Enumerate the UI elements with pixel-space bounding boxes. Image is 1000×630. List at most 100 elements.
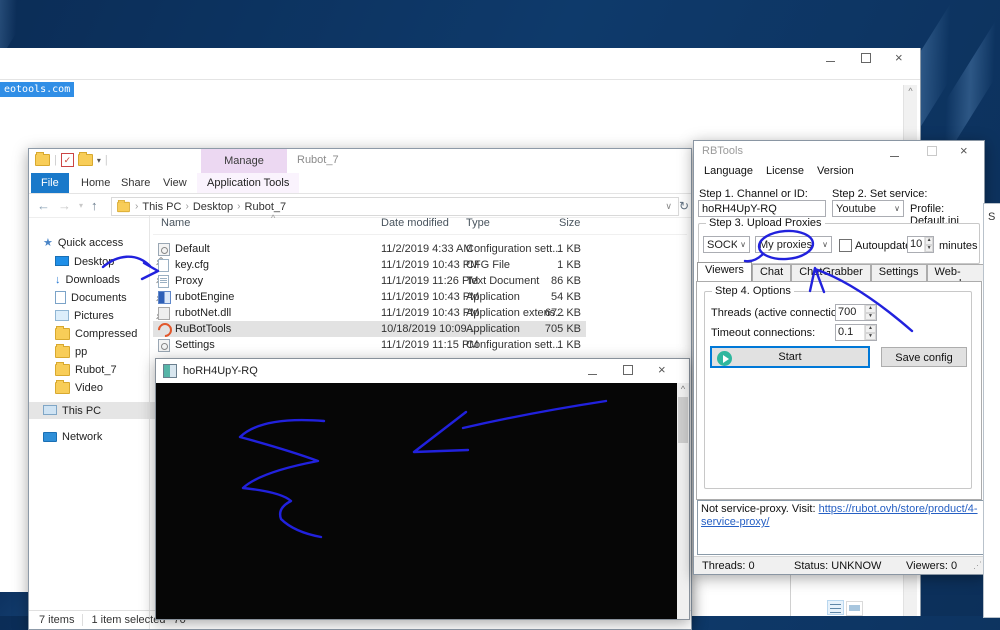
file-size: 705 KB xyxy=(523,321,581,337)
save-config-button[interactable]: Save config xyxy=(881,347,967,367)
rbtools-statusbar: Threads: 0 Status: UNKNOW Viewers: 0 ⋰ xyxy=(694,556,984,574)
file-row[interactable]: Settings 11/1/2019 11:15 PM Configuratio… xyxy=(153,337,586,353)
forward-icon[interactable]: → xyxy=(58,198,71,213)
quick-access-star-icon: ★ xyxy=(43,236,53,249)
resize-grip[interactable]: ⋰ xyxy=(973,560,982,572)
threads-stepper[interactable]: 700 ▲▼ xyxy=(835,304,877,321)
file-name: Default xyxy=(175,241,210,257)
maximize-icon[interactable] xyxy=(623,365,633,378)
console-output[interactable] xyxy=(156,383,677,619)
file-date: 11/1/2019 10:43 PM xyxy=(381,289,479,305)
log-text: Not service-proxy. Visit: xyxy=(701,503,819,515)
column-header-date[interactable]: Date modified xyxy=(381,217,449,229)
minutes-label: minutes xyxy=(939,240,978,252)
sidebar-item-this-pc[interactable]: This PC xyxy=(29,402,161,419)
history-dropdown-icon[interactable]: ▾ xyxy=(79,201,83,210)
chevron-icon: › xyxy=(237,201,240,212)
spin-down-icon[interactable]: ▼ xyxy=(925,245,933,253)
file-row-selected[interactable]: RuBotTools 10/18/2019 10:09 ... Applicat… xyxy=(153,321,586,337)
tab-viewers[interactable]: Viewers xyxy=(697,262,752,282)
column-header-size[interactable]: Size xyxy=(559,217,580,229)
status-threads: Threads: 0 xyxy=(702,560,755,572)
breadcrumb-rubot7[interactable]: Rubot_7 xyxy=(245,201,287,213)
autoupdate-checkbox[interactable] xyxy=(839,239,852,252)
spin-up-icon[interactable]: ▲ xyxy=(865,325,876,333)
tab-application-tools[interactable]: Application Tools xyxy=(197,173,299,193)
timeout-stepper[interactable]: 0.1 ▲▼ xyxy=(835,324,877,341)
sort-ascending-icon: ^ xyxy=(271,213,275,223)
scrollbar-thumb[interactable] xyxy=(678,397,688,443)
back-icon[interactable]: ← xyxy=(37,198,50,213)
up-icon[interactable]: ↑ xyxy=(91,198,98,213)
file-row[interactable]: Proxy 11/1/2019 11:26 PM Text Document 8… xyxy=(153,273,586,289)
rbtools-window: RBTools × Language License Version Step … xyxy=(693,140,985,575)
tab-view[interactable]: View xyxy=(153,173,197,193)
address-dropdown-icon[interactable]: ∨ xyxy=(665,201,672,212)
details-view-button[interactable] xyxy=(827,600,844,615)
sidebar-label: Compressed xyxy=(75,328,137,340)
file-date: 11/1/2019 10:43 PM xyxy=(381,305,479,321)
qat-dropdown-icon[interactable]: ▾ xyxy=(97,156,101,165)
tab-file[interactable]: File xyxy=(31,173,69,193)
chevron-down-icon: ∨ xyxy=(737,240,749,249)
column-header-name[interactable]: Name xyxy=(161,217,190,229)
maximize-icon[interactable] xyxy=(861,53,871,66)
maximize-icon[interactable] xyxy=(927,146,937,159)
autoupdate-interval-stepper[interactable]: 10 ▲▼ xyxy=(907,236,934,253)
proxy-type-select[interactable]: SOCKS4 ∨ xyxy=(703,236,750,253)
breadcrumb-desktop[interactable]: Desktop xyxy=(193,201,233,213)
proxy-source-select[interactable]: My proxies ∨ xyxy=(755,236,832,253)
spin-up-icon[interactable]: ▲ xyxy=(925,237,933,245)
thumbnail-view-button[interactable] xyxy=(846,601,863,616)
manage-contextual-tab[interactable]: Manage xyxy=(201,149,287,173)
minimize-icon[interactable] xyxy=(588,368,597,380)
console-scrollbar[interactable]: ^ xyxy=(677,383,689,619)
scroll-up-icon[interactable]: ^ xyxy=(677,383,689,396)
viewers-tab-panel: Step 4. Options Threads (active connecti… xyxy=(696,281,982,500)
file-row[interactable]: rubotEngine 11/1/2019 10:43 PM Applicati… xyxy=(153,289,586,305)
sidebar-item-quick-access[interactable]: ★ Quick access xyxy=(43,234,161,251)
minimize-icon[interactable] xyxy=(826,55,835,67)
file-row[interactable]: key.cfg 11/1/2019 10:43 PM CFG File 1 KB xyxy=(153,257,586,273)
start-button[interactable]: Start xyxy=(710,346,870,368)
tab-webpanel[interactable]: Web-panel xyxy=(927,264,984,281)
menu-version[interactable]: Version xyxy=(817,165,854,177)
channel-id-input[interactable] xyxy=(698,200,826,217)
file-date: 11/2/2019 4:33 AM xyxy=(381,241,473,257)
sidebar-label: Documents xyxy=(71,292,127,304)
menu-license[interactable]: License xyxy=(766,165,804,177)
dll-file-icon xyxy=(158,307,170,320)
pane-divider[interactable] xyxy=(149,216,150,629)
column-header-type[interactable]: Type xyxy=(466,217,490,229)
timeout-value: 0.1 xyxy=(836,325,864,340)
refresh-icon[interactable]: ↻ xyxy=(679,199,689,213)
address-bar[interactable]: › This PC › Desktop › Rubot_7 ∨ xyxy=(111,197,679,216)
folder-icon xyxy=(55,328,70,340)
spin-up-icon[interactable]: ▲ xyxy=(865,305,876,313)
minimize-icon[interactable] xyxy=(890,150,899,162)
selected-url-text[interactable]: eotools.com xyxy=(0,82,74,97)
file-row[interactable]: Default 11/2/2019 4:33 AM Configuration … xyxy=(153,241,586,257)
properties-check-icon[interactable]: ✓ xyxy=(61,153,74,167)
rbtools-titlebar[interactable]: RBTools × xyxy=(694,141,984,163)
sidebar-item-network[interactable]: Network xyxy=(43,428,161,445)
service-select[interactable]: Youtube ∨ xyxy=(832,200,904,217)
log-box[interactable]: Not service-proxy. Visit: https://rubot.… xyxy=(697,500,985,555)
new-folder-icon[interactable] xyxy=(78,154,93,166)
spin-down-icon[interactable]: ▼ xyxy=(865,313,876,321)
scroll-up-icon[interactable]: ^ xyxy=(904,85,917,97)
spin-down-icon[interactable]: ▼ xyxy=(865,333,876,341)
file-row[interactable]: rubotNet.dll 11/1/2019 10:43 PM Applicat… xyxy=(153,305,586,321)
menu-language[interactable]: Language xyxy=(704,165,753,177)
console-titlebar[interactable]: hoRH4UpY-RQ × xyxy=(156,359,689,383)
close-icon[interactable]: × xyxy=(895,50,903,65)
tab-settings[interactable]: Settings xyxy=(871,264,927,281)
tab-chatgrabber[interactable]: ChatGrabber xyxy=(791,264,871,281)
close-icon[interactable]: × xyxy=(960,143,968,158)
tab-chat[interactable]: Chat xyxy=(752,264,791,281)
breadcrumb-this-pc[interactable]: This PC xyxy=(142,201,181,213)
file-name: Settings xyxy=(175,337,215,353)
rbtools-tabs: Viewers Chat ChatGrabber Settings Web-pa… xyxy=(697,264,984,281)
sidebar-label: Desktop xyxy=(74,256,114,268)
close-icon[interactable]: × xyxy=(658,362,666,377)
